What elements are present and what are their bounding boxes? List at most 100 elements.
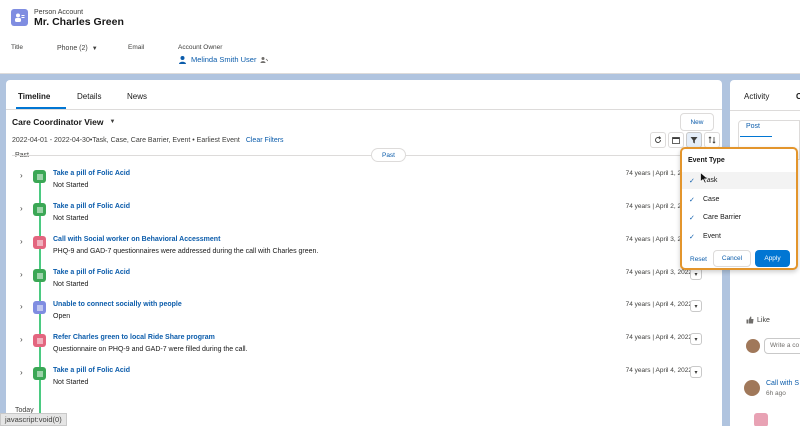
chevron-right-icon[interactable]: ›	[20, 270, 23, 279]
timeline-item-subtitle: Questionnaire on PHQ-9 and GAD-7 were fi…	[53, 346, 248, 353]
owner-link[interactable]: Melinda Smith User	[178, 55, 269, 64]
timeline-item-title[interactable]: Take a pill of Folic Acid	[53, 269, 130, 276]
record-type: Person Account	[34, 9, 84, 16]
user-icon	[179, 56, 186, 64]
timeline-item-subtitle: PHQ-9 and GAD-7 questionnaires were addr…	[53, 248, 319, 255]
timeline-item[interactable]: › Refer Charles green to local Ride Share…	[6, 332, 722, 362]
refresh-icon	[655, 136, 662, 143]
reset-link[interactable]: Reset	[690, 256, 707, 263]
filter-option-care-barrier[interactable]: ✓ Care Barrier	[682, 209, 796, 226]
event-type-filter-popover: Event Type ✓ Task ✓ Case ✓ Care Barrier …	[680, 147, 798, 270]
owner-name: Melinda Smith User	[191, 55, 257, 64]
chevron-right-icon[interactable]: ›	[20, 204, 23, 213]
record-name: Mr. Charles Green	[34, 16, 124, 28]
timeline-item-title[interactable]: Call with Social worker on Behavioral Ac…	[53, 236, 220, 243]
thumbs-up-icon	[746, 316, 754, 324]
timeline-item-title[interactable]: Refer Charles green to local Ride Share …	[53, 334, 215, 341]
timeline-item-subtitle: Not Started	[53, 281, 89, 288]
timeline-panel: Timeline Details News Care Coordinator V…	[6, 80, 722, 426]
timeline-item-title[interactable]: Take a pill of Folic Acid	[53, 367, 130, 374]
row-actions-menu[interactable]: ▾	[690, 366, 702, 378]
person-account-icon	[11, 9, 28, 26]
filter-summary: 2022-04-01 - 2022-04-30•Task, Case, Care…	[12, 137, 240, 144]
filter-option-label: Event	[703, 233, 721, 240]
timeline-item[interactable]: › Call with Social worker on Behavioral A…	[6, 234, 722, 264]
tab-news[interactable]: News	[127, 92, 147, 101]
timeline-item-date: 74 years | April 4, 2022	[625, 367, 692, 374]
tab-post[interactable]: Post	[746, 123, 760, 130]
apply-button[interactable]: Apply	[755, 250, 790, 267]
mouse-cursor-icon	[700, 172, 709, 184]
date-range-button[interactable]	[668, 132, 684, 148]
calendar-icon	[672, 137, 680, 144]
check-icon: ✓	[689, 214, 695, 222]
chevron-right-icon[interactable]: ›	[20, 368, 23, 377]
record-header: Person Account Mr. Charles Green Title P…	[0, 0, 800, 74]
like-label: Like	[757, 316, 770, 324]
phone-field[interactable]: Phone (2) ▼	[57, 45, 98, 52]
cancel-button[interactable]: Cancel	[713, 250, 751, 267]
active-tab-indicator	[16, 107, 66, 109]
filter-icon	[690, 137, 698, 144]
timeline-item-title[interactable]: Take a pill of Folic Acid	[53, 170, 130, 177]
browser-status-bar: javascript:void(0)	[0, 413, 67, 426]
post-tab-indicator	[740, 136, 772, 137]
feed-item-link[interactable]: Call with S	[766, 380, 799, 387]
filter-summary-line: 2022-04-01 - 2022-04-30•Task, Case, Care…	[12, 137, 284, 144]
chevron-right-icon[interactable]: ›	[20, 237, 23, 246]
filter-option-label: Case	[703, 196, 720, 203]
tab-timeline[interactable]: Timeline	[18, 92, 50, 101]
task-icon	[33, 367, 46, 380]
filter-option-label: Care Barrier	[703, 214, 742, 221]
timeline-item[interactable]: › Take a pill of Folic Acid Not Started 74 …	[6, 168, 722, 198]
phone-field-label: Phone (2)	[57, 45, 88, 52]
care-barrier-icon	[33, 301, 46, 314]
check-icon: ✓	[689, 177, 695, 185]
timeline-item-title[interactable]: Take a pill of Folic Acid	[53, 203, 130, 210]
timeline-item[interactable]: › Take a pill of Folic Acid Not Started 74 …	[6, 267, 722, 297]
task-icon	[33, 269, 46, 282]
clear-filters-link[interactable]: Clear Filters	[246, 137, 284, 144]
timeline-item-date: 74 years | April 3, 2022	[625, 269, 692, 276]
chevron-right-icon[interactable]: ›	[20, 171, 23, 180]
timeline-item[interactable]: › Unable to connect socially with people O…	[6, 299, 722, 329]
event-icon	[754, 413, 768, 426]
timeline-item-date: 74 years | April 4, 2022	[625, 301, 692, 308]
event-icon	[33, 236, 46, 249]
view-selector[interactable]: Care Coordinator View ▼	[12, 117, 115, 127]
refresh-button[interactable]	[650, 132, 666, 148]
chevron-down-icon: ▼	[91, 45, 98, 52]
timeline-item[interactable]: › Take a pill of Folic Acid Not Started 74 …	[6, 365, 722, 395]
owner-field-label: Account Owner	[178, 44, 223, 51]
chevron-right-icon[interactable]: ›	[20, 302, 23, 311]
chevron-down-icon: ▼	[109, 119, 116, 125]
like-button[interactable]: Like	[746, 316, 770, 324]
timeline-item[interactable]: › Take a pill of Folic Acid Not Started 74 …	[6, 201, 722, 231]
row-actions-menu[interactable]: ▾	[690, 300, 702, 312]
comment-input[interactable]: Write a co	[764, 338, 800, 354]
tab-bar: Timeline Details News	[6, 80, 722, 110]
filter-option-event[interactable]: ✓ Event	[682, 228, 796, 245]
check-icon: ✓	[689, 196, 695, 204]
tab-details[interactable]: Details	[77, 92, 101, 101]
timeline-item-subtitle: Open	[53, 313, 71, 320]
feed-avatar	[744, 380, 760, 396]
filter-button[interactable]	[686, 132, 702, 148]
timeline-item-subtitle: Not Started	[53, 379, 89, 386]
filter-option-case[interactable]: ✓ Case	[682, 191, 796, 208]
past-button[interactable]: Past	[371, 148, 406, 162]
sort-icon	[708, 136, 716, 144]
timeline-item-title[interactable]: Unable to connect socially with people	[53, 301, 182, 308]
sort-button[interactable]	[704, 132, 720, 148]
new-button[interactable]: New	[680, 113, 714, 131]
change-owner-icon[interactable]	[260, 56, 269, 64]
tab-chatter[interactable]: C	[796, 92, 800, 101]
view-title: Care Coordinator View	[12, 117, 104, 127]
right-tab-divider	[730, 110, 800, 111]
chevron-right-icon[interactable]: ›	[20, 335, 23, 344]
email-field-label: Email	[128, 44, 145, 51]
tab-activity[interactable]: Activity	[744, 92, 769, 101]
timeline-item-subtitle: Not Started	[53, 182, 89, 189]
past-divider	[12, 155, 712, 156]
row-actions-menu[interactable]: ▾	[690, 333, 702, 345]
